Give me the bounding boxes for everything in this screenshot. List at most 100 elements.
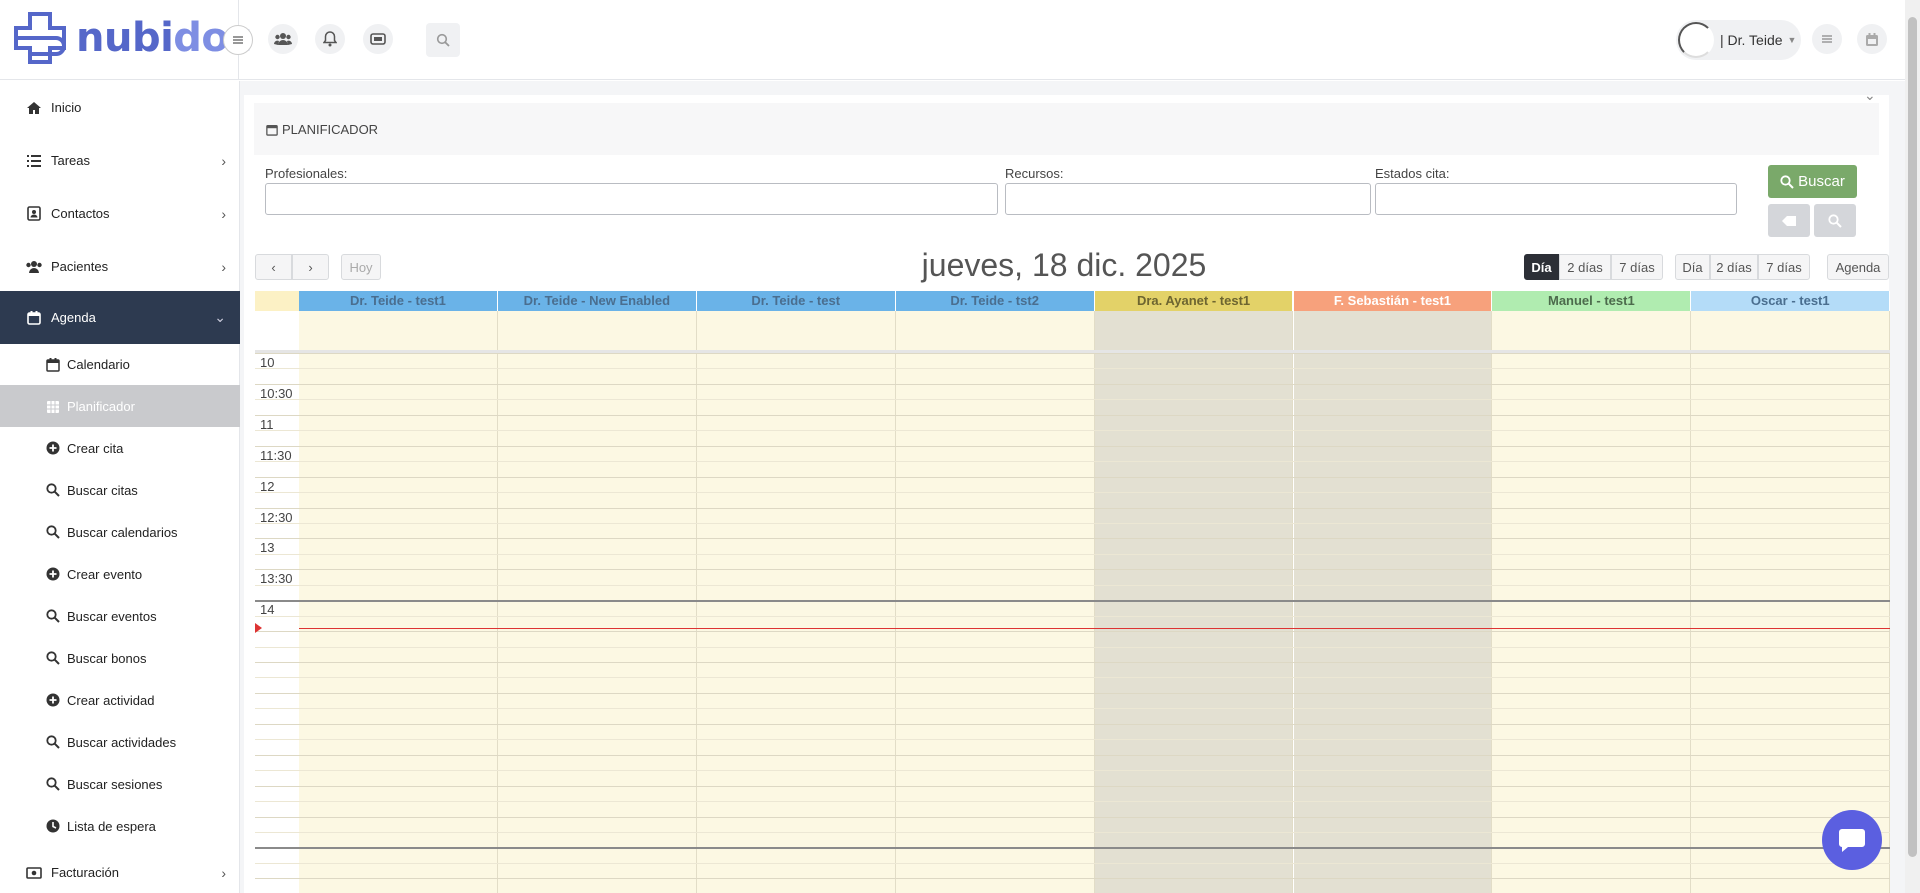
resource-day-button[interactable]: Día [1675, 254, 1710, 280]
time-slot-line [255, 615, 1890, 617]
time-slot-line [255, 414, 1890, 416]
resource-column-header[interactable]: Dr. Teide - test [696, 291, 896, 311]
sidebar-item-pacientes[interactable]: Pacientes › [0, 240, 240, 293]
sidebar-subitem-buscar-actividades[interactable]: Buscar actividades [0, 721, 240, 763]
view-day-button[interactable]: Día [1524, 254, 1559, 280]
plus-circle-icon [45, 693, 61, 707]
main-panel: ⌄ PLANIFICADOR Profesionales: Recursos: … [244, 87, 1890, 893]
page-scrollbar[interactable] [1905, 0, 1920, 893]
sidebar-subitem-buscar-eventos[interactable]: Buscar eventos [0, 595, 240, 637]
search-icon [45, 735, 61, 749]
time-slot-line [255, 847, 1890, 850]
notifications-button[interactable] [315, 24, 345, 54]
sidebar-subitem-label: Buscar calendarios [67, 524, 178, 540]
previous-day-button[interactable]: ‹ [255, 254, 292, 280]
time-slot-line [255, 770, 1890, 772]
resource-column-header[interactable]: Dr. Teide - tst2 [895, 291, 1095, 311]
resource-column-header[interactable]: Dr. Teide - test1 [299, 291, 498, 311]
sidebar-item-contactos[interactable]: Contactos › [0, 187, 240, 240]
home-icon [24, 101, 44, 115]
sidebar-subitem-calendario[interactable]: Calendario [0, 343, 240, 385]
current-time-arrow [255, 623, 262, 633]
agenda-view-button[interactable]: Agenda [1827, 254, 1889, 280]
time-slot-line [255, 399, 1890, 401]
nubidoc-logo[interactable]: nubidoc [12, 10, 252, 66]
sidebar-item-label: Facturación [51, 865, 119, 880]
resource-column-header[interactable]: Oscar - test1 [1691, 291, 1890, 311]
options-button[interactable] [1812, 24, 1842, 54]
menu-toggle-button[interactable] [223, 25, 253, 55]
calendar-shortcut-button[interactable] [1857, 24, 1887, 54]
recursos-label: Recursos: [1005, 166, 1064, 181]
collapse-chevron-icon[interactable]: ⌄ [1864, 87, 1876, 104]
chat-button[interactable] [1822, 810, 1882, 870]
chevron-down-icon: ⌄ [214, 309, 226, 325]
grid-corner [255, 291, 299, 311]
search-icon [45, 525, 61, 539]
sidebar-item-inicio[interactable]: Inicio [0, 81, 240, 134]
sidebar-subitem-crear-cita[interactable]: Crear cita [0, 427, 240, 469]
time-label: 11:30 [260, 447, 292, 463]
resource-column-header[interactable]: F. Sebastián - test1 [1293, 291, 1493, 311]
view-2-days-button[interactable]: 2 días [1559, 254, 1611, 280]
resource-column-header[interactable]: Manuel - test1 [1492, 291, 1692, 311]
profesionales-input[interactable] [265, 183, 998, 215]
time-slot-line [255, 461, 1890, 463]
resource-2-days-button[interactable]: 2 días [1710, 254, 1758, 280]
time-slot-line [255, 785, 1890, 787]
sidebar-subitem-lista-de-espera[interactable]: Lista de espera [0, 805, 240, 847]
sidebar-subitem-crear-actividad[interactable]: Crear actividad [0, 679, 240, 721]
sidebar-subitem-buscar-sesiones[interactable]: Buscar sesiones [0, 763, 240, 805]
planner-grid: Dr. Teide - test1 Dr. Teide - New Enabled… [255, 291, 1890, 893]
sidebar-subitem-buscar-bonos[interactable]: Buscar bonos [0, 637, 240, 679]
sidebar-subitem-label: Buscar actividades [67, 734, 177, 750]
sidebar: Inicio Tareas › Contactos › Pacientes › … [0, 81, 240, 893]
time-slot-line [255, 816, 1890, 818]
sidebar-item-agenda[interactable]: Agenda ⌄ [0, 291, 240, 344]
today-button[interactable]: Hoy [341, 254, 381, 280]
calendar-icon [1866, 32, 1878, 46]
resource-7-days-button[interactable]: 7 días [1758, 254, 1810, 280]
view-7-days-button[interactable]: 7 días [1611, 254, 1663, 280]
sidebar-subitem-label: Calendario [67, 356, 130, 372]
time-label: 10 [260, 355, 275, 370]
sidebar-item-tareas[interactable]: Tareas › [0, 134, 240, 187]
sidebar-subitem-buscar-citas[interactable]: Buscar citas [0, 469, 240, 511]
grid-calendar-icon [45, 399, 61, 414]
zoom-button[interactable] [1814, 204, 1856, 237]
estados-cita-input[interactable] [1375, 183, 1737, 215]
sidebar-subitem-label: Buscar sesiones [67, 776, 163, 792]
panel-header: PLANIFICADOR [254, 103, 1879, 155]
time-slot-line [255, 353, 1890, 354]
cash-register-button[interactable] [363, 24, 393, 54]
sidebar-item-facturacion[interactable]: Facturación › [0, 846, 240, 893]
scrollbar-thumb[interactable] [1908, 17, 1917, 857]
plus-circle-icon [45, 441, 61, 455]
user-menu[interactable]: | Dr. Teide ▼ [1676, 20, 1801, 60]
users-button[interactable] [268, 24, 298, 54]
next-day-button[interactable]: › [292, 254, 329, 280]
recursos-input[interactable] [1005, 183, 1371, 215]
search-button-label: Buscar [1798, 173, 1845, 190]
estados-cita-label: Estados cita: [1375, 166, 1450, 181]
sidebar-item-label: Contactos [51, 206, 110, 221]
time-slot-line [255, 862, 1890, 864]
sidebar-subitem-crear-evento[interactable]: Crear evento [0, 553, 240, 595]
resource-column-header[interactable]: Dr. Teide - New Enabled [497, 291, 697, 311]
clear-filters-button[interactable] [1768, 204, 1810, 237]
sidebar-subitem-buscar-calendarios[interactable]: Buscar calendarios [0, 511, 240, 553]
resource-column-header[interactable]: Dra. Ayanet - test1 [1094, 291, 1294, 311]
time-slot-line [255, 754, 1890, 756]
chevron-right-icon: › [221, 258, 226, 275]
search-button[interactable]: Buscar [1768, 165, 1857, 198]
sidebar-subitem-label: Crear actividad [67, 692, 155, 708]
sidebar-subitem-planificador[interactable]: Planificador [0, 385, 240, 427]
time-label: 10:30 [260, 385, 293, 401]
chat-bubble-icon [1839, 829, 1865, 852]
logo-cross-icon [14, 12, 66, 64]
bell-icon [323, 31, 337, 47]
sidebar-item-label: Pacientes [51, 259, 109, 274]
global-search-button[interactable] [426, 23, 460, 57]
user-name: | Dr. Teide [1720, 32, 1783, 48]
time-slot-line [255, 368, 1890, 370]
